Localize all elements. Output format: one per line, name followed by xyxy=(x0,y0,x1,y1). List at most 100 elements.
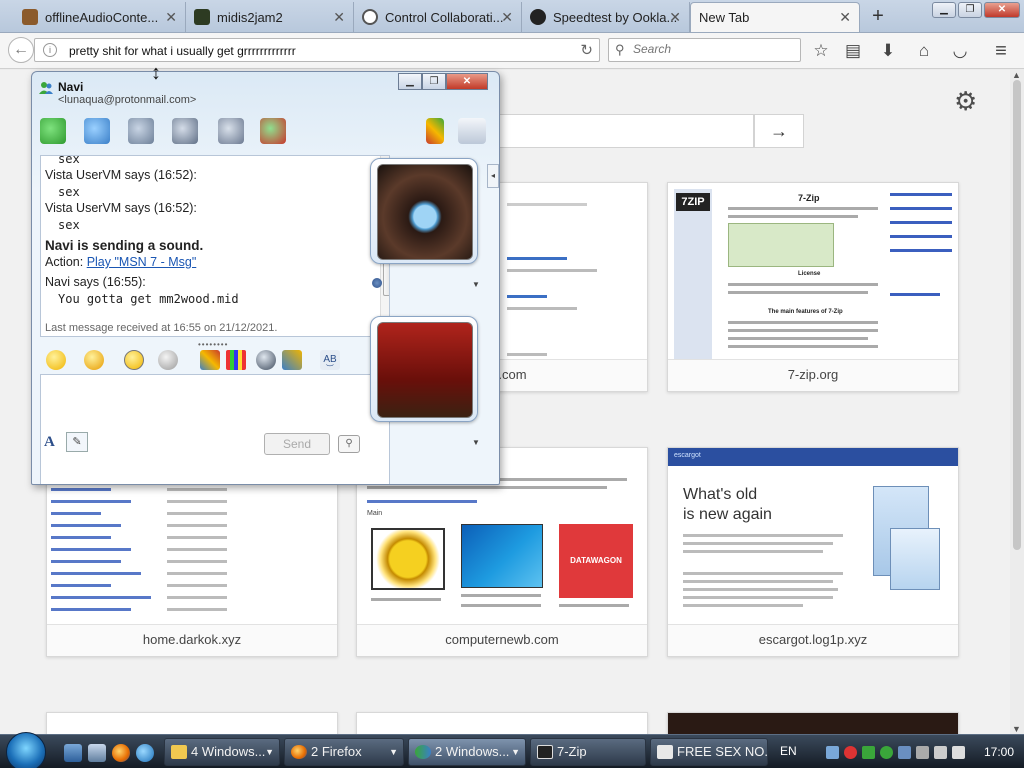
network-icon[interactable] xyxy=(826,746,839,759)
translate-icon[interactable]: A͜B xyxy=(320,350,340,370)
security-alert-icon[interactable] xyxy=(844,746,857,759)
search-icon[interactable]: ⚲ xyxy=(338,435,360,453)
background-icon[interactable] xyxy=(226,350,246,370)
downloads-icon[interactable]: ⬇ xyxy=(877,40,899,62)
taskbar-button-explorer[interactable]: 4 Windows... ▼ xyxy=(164,738,280,766)
action-line: Action: Play "MSN 7 - Msg" xyxy=(45,254,385,270)
firefox-icon[interactable] xyxy=(112,744,130,762)
update-icon[interactable] xyxy=(880,746,893,759)
search-input[interactable] xyxy=(633,42,793,56)
activities-icon[interactable] xyxy=(218,118,244,144)
tab-control-collaboration[interactable]: Control Collaborati... ✕ xyxy=(354,2,522,32)
reload-icon[interactable]: ↻ xyxy=(580,41,593,59)
scroll-up-icon[interactable]: ▲ xyxy=(1012,70,1021,80)
contact-display-picture[interactable] xyxy=(370,158,478,264)
menu-icon[interactable]: ≡ xyxy=(990,40,1012,62)
video-call-icon[interactable] xyxy=(172,118,198,144)
block-contact-icon[interactable] xyxy=(260,118,286,144)
close-icon[interactable]: ✕ xyxy=(165,9,177,26)
maximize-button[interactable]: ❐ xyxy=(422,73,446,90)
back-button[interactable]: ← xyxy=(8,37,34,63)
taskbar-button-messenger[interactable]: 2 Windows... ▼ xyxy=(408,738,526,766)
nudge-icon[interactable] xyxy=(124,350,144,370)
picture-menu-icon[interactable]: ▼ xyxy=(472,438,480,447)
top-site-tile[interactable] xyxy=(46,712,338,734)
home-icon[interactable]: ⌂ xyxy=(913,40,935,62)
bookmarks-list-icon[interactable]: ▤ xyxy=(842,40,864,62)
clock[interactable]: 17:00 xyxy=(984,745,1014,759)
battery-icon[interactable] xyxy=(916,746,929,759)
site-thumbnail: escargot What's old is new again xyxy=(668,448,958,626)
info-icon[interactable]: i xyxy=(43,43,57,57)
buddy-icon xyxy=(39,82,53,94)
taskbar-button-misc[interactable]: FREE SEX NO... xyxy=(650,738,768,766)
pocket-icon[interactable]: ◡ xyxy=(949,40,971,62)
emoticon-icon[interactable] xyxy=(46,350,66,370)
page-search-field[interactable] xyxy=(480,114,754,148)
messenger-icon xyxy=(415,745,431,759)
close-icon[interactable]: ✕ xyxy=(839,9,851,26)
gear-icon[interactable]: ⚙ xyxy=(954,86,977,117)
share-icon[interactable] xyxy=(282,350,302,370)
voice-clip-icon[interactable] xyxy=(158,350,178,370)
url-bar[interactable]: i ↻ xyxy=(34,38,600,62)
show-desktop-icon[interactable] xyxy=(64,744,82,762)
paint-icon[interactable] xyxy=(426,118,444,144)
own-display-picture[interactable] xyxy=(370,316,478,422)
maximize-button[interactable]: ❐ xyxy=(958,2,982,18)
minimize-button[interactable]: ▁ xyxy=(932,2,956,18)
volume-icon[interactable] xyxy=(952,746,965,759)
scrollbar-thumb[interactable] xyxy=(1013,80,1021,550)
top-site-tile[interactable]: 7ZIP 7-Zip License The main features of … xyxy=(667,182,959,392)
tab-new-tab[interactable]: New Tab ✕ xyxy=(690,2,860,32)
games-icon[interactable] xyxy=(256,350,276,370)
network-connection-icon[interactable] xyxy=(934,746,947,759)
new-tab-button[interactable]: + xyxy=(866,4,890,28)
close-icon[interactable]: ✕ xyxy=(501,9,513,26)
webcam-icon[interactable] xyxy=(372,278,382,288)
scroll-down-icon[interactable]: ▼ xyxy=(1012,724,1021,734)
bookmark-star-icon[interactable]: ☆ xyxy=(810,40,832,62)
close-window-button[interactable]: ✕ xyxy=(984,2,1020,18)
taskbar-button-firefox[interactable]: 2 Firefox ▼ xyxy=(284,738,404,766)
page-scrollbar[interactable]: ▲ ▼ xyxy=(1010,70,1024,734)
window-icon xyxy=(657,745,673,759)
chevron-down-icon: ▼ xyxy=(511,747,520,757)
handwriting-icon[interactable]: ✎ xyxy=(66,432,88,452)
internet-explorer-icon[interactable] xyxy=(136,744,154,762)
picture-menu-icon[interactable]: ▼ xyxy=(472,280,480,289)
play-sound-link[interactable]: Play "MSN 7 - Msg" xyxy=(87,255,197,269)
top-site-tile[interactable] xyxy=(356,712,648,734)
top-site-tile[interactable] xyxy=(667,712,959,734)
taskbar-button-7zip[interactable]: 7-Zip xyxy=(530,738,646,766)
layout-menu-icon[interactable] xyxy=(458,118,486,144)
voice-call-icon[interactable] xyxy=(128,118,154,144)
device-icon[interactable] xyxy=(898,746,911,759)
url-input[interactable] xyxy=(69,42,569,60)
switch-windows-icon[interactable] xyxy=(88,744,106,762)
send-button[interactable]: Send xyxy=(264,433,330,455)
top-site-tile[interactable]: escargot What's old is new again escargo… xyxy=(667,447,959,657)
messenger-status-icon[interactable] xyxy=(862,746,875,759)
tab-speedtest[interactable]: Speedtest by Ookla... ✕ xyxy=(522,2,690,32)
close-window-button[interactable]: ✕ xyxy=(446,73,488,90)
tab-title: offlineAudioConte... xyxy=(45,9,159,25)
language-indicator[interactable]: EN xyxy=(780,744,797,758)
tab-offline-audio-context[interactable]: offlineAudioConte... ✕ xyxy=(14,2,186,32)
sound-icon[interactable] xyxy=(200,350,220,370)
minimize-button[interactable]: ▁ xyxy=(398,73,422,90)
search-box[interactable]: ⚲ xyxy=(608,38,801,62)
page-search-go-button[interactable]: → xyxy=(754,114,804,148)
invite-contact-icon[interactable] xyxy=(40,118,66,144)
message-header: Vista UserVM says (16:52): xyxy=(45,201,197,216)
start-button[interactable] xyxy=(6,732,46,768)
share-files-icon[interactable] xyxy=(84,118,110,144)
font-button[interactable]: A xyxy=(44,434,55,451)
collapse-pictures-button[interactable]: ◂ xyxy=(487,164,499,188)
contact-name: Navi xyxy=(58,80,84,94)
close-icon[interactable]: ✕ xyxy=(333,9,345,26)
wink-icon[interactable] xyxy=(84,350,104,370)
taskbar: 4 Windows... ▼ 2 Firefox ▼ 2 Windows... … xyxy=(0,732,1024,768)
close-icon[interactable]: ✕ xyxy=(669,9,681,26)
tab-midis2jam2[interactable]: midis2jam2 ✕ xyxy=(186,2,354,32)
